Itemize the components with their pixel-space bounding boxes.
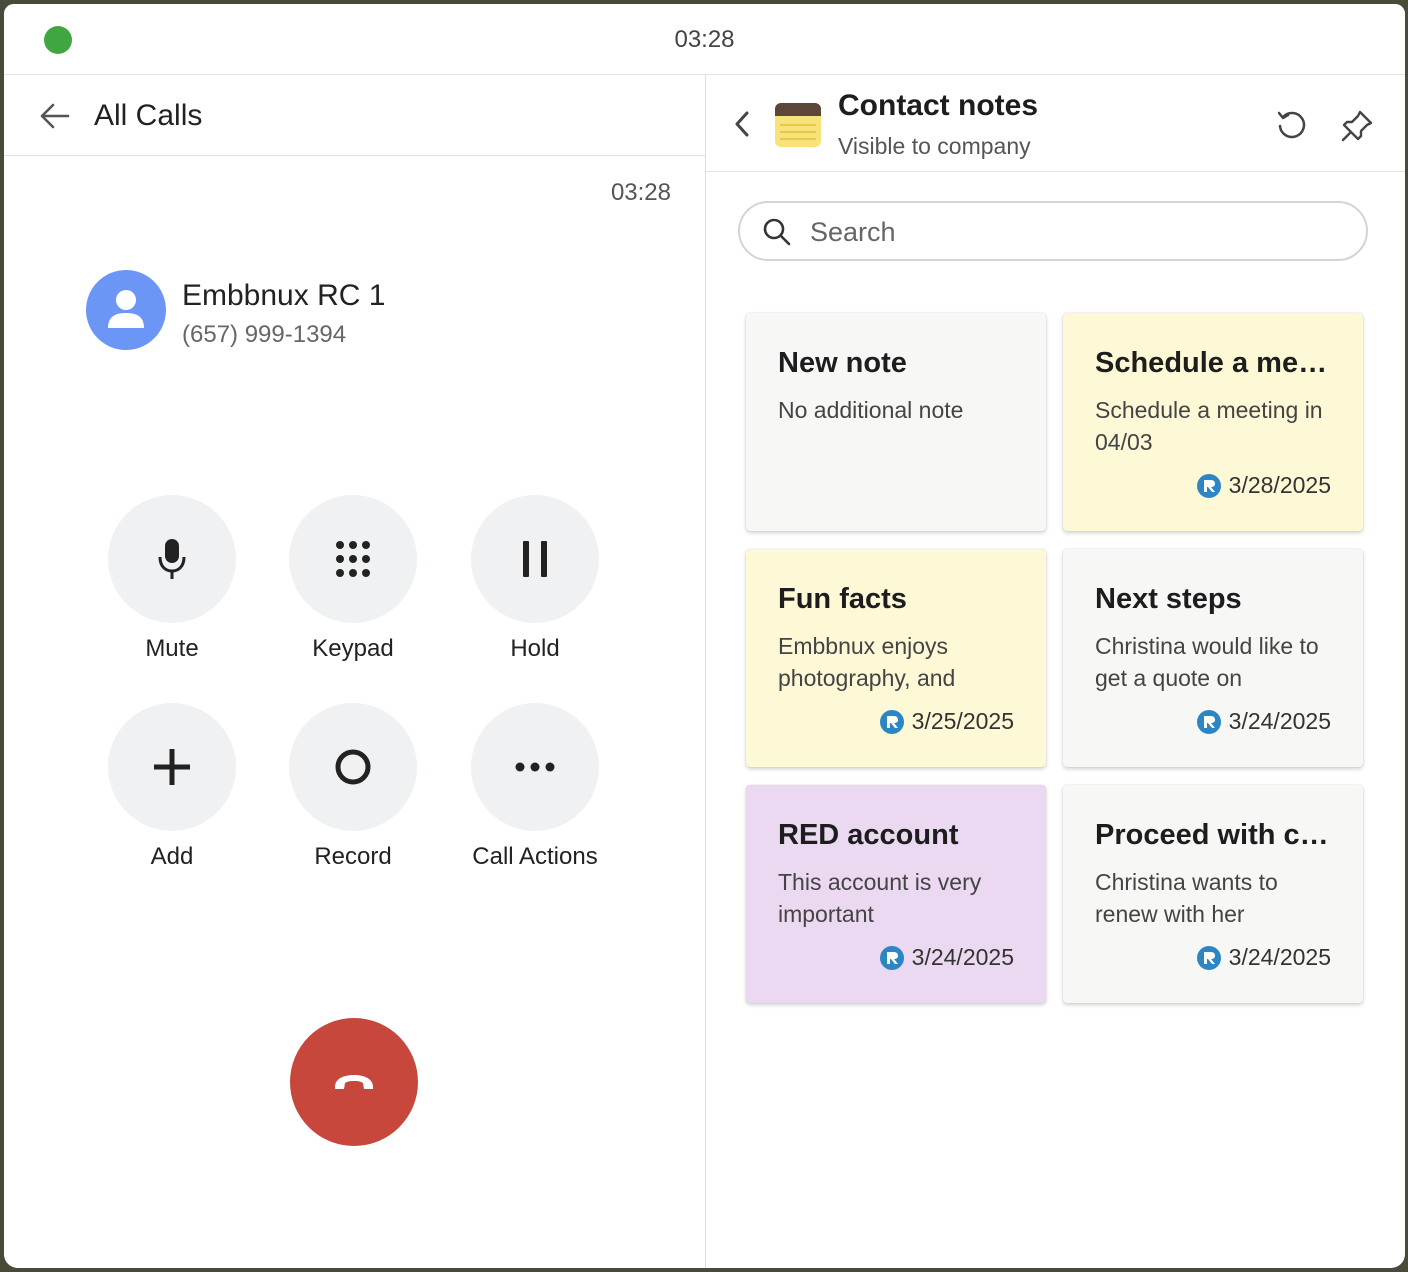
note-body: Christina would like to get a quote on xyxy=(1095,633,1319,691)
record-label: Record xyxy=(314,843,392,870)
plus-icon xyxy=(154,749,190,785)
note-body: Christina wants to renew with her xyxy=(1095,869,1278,927)
call-panel: All Calls 03:28 Embbnux RC 1 (657) 999-1… xyxy=(4,75,705,1268)
note-date: 3/25/2025 xyxy=(879,708,1014,735)
note-card[interactable]: Fun facts Embbnux enjoys photography, an… xyxy=(746,549,1046,767)
note-date-text: 3/24/2025 xyxy=(1228,944,1331,970)
note-card[interactable]: RED account This account is very importa… xyxy=(746,785,1046,1003)
note-card[interactable]: Proceed with ca... Christina wants to re… xyxy=(1063,785,1363,1003)
add-button[interactable]: Add xyxy=(82,703,262,871)
back-arrow-icon[interactable] xyxy=(38,99,72,133)
avatar xyxy=(86,270,166,350)
all-calls-link[interactable]: All Calls xyxy=(94,99,202,133)
pause-icon xyxy=(523,541,547,577)
notepad-icon xyxy=(775,103,821,147)
add-label: Add xyxy=(150,843,194,870)
title-bar: 03:28 xyxy=(4,4,1405,75)
microphone-icon xyxy=(158,539,186,579)
note-title: Next steps xyxy=(1095,583,1242,615)
note-date: 3/24/2025 xyxy=(1196,944,1331,971)
refresh-icon[interactable] xyxy=(1276,109,1308,141)
keypad-icon xyxy=(336,541,370,577)
hold-label: Hold xyxy=(510,635,560,662)
person-icon xyxy=(108,290,144,328)
ringcentral-icon xyxy=(879,945,904,970)
notes-header: Contact notes Visible to company xyxy=(706,75,1405,172)
call-actions-label: Call Actions xyxy=(472,843,598,870)
note-card[interactable]: Next steps Christina would like to get a… xyxy=(1063,549,1363,767)
note-date-text: 3/25/2025 xyxy=(911,708,1014,734)
keypad-label: Keypad xyxy=(312,635,394,662)
search-icon xyxy=(763,218,791,246)
note-body: This account is very important xyxy=(778,869,982,927)
note-body: No additional note xyxy=(778,397,964,423)
pin-icon[interactable] xyxy=(1340,109,1374,143)
note-title: RED account xyxy=(778,819,959,851)
mute-button[interactable]: Mute xyxy=(82,495,262,663)
contact-notes-panel: Contact notes Visible to company New not… xyxy=(706,75,1405,1268)
search-input[interactable] xyxy=(808,211,1332,253)
note-date: 3/24/2025 xyxy=(1196,708,1331,735)
note-date: 3/24/2025 xyxy=(879,944,1014,971)
note-title: Proceed with ca... xyxy=(1095,819,1333,851)
note-body: Embbnux enjoys photography, and xyxy=(778,633,956,691)
notes-search[interactable] xyxy=(738,201,1368,261)
note-body: Schedule a meeting in 04/03 xyxy=(1095,397,1323,455)
notes-title: Contact notes xyxy=(838,89,1039,122)
call-nav-bar: All Calls xyxy=(4,75,705,156)
hold-button[interactable]: Hold xyxy=(445,495,625,663)
note-date-text: 3/24/2025 xyxy=(1228,708,1331,734)
record-button[interactable]: Record xyxy=(263,703,443,871)
record-icon xyxy=(335,749,371,785)
note-card[interactable]: New note No additional note xyxy=(746,313,1046,531)
note-title: New note xyxy=(778,347,907,379)
hang-up-icon xyxy=(335,1075,373,1089)
title-bar-time: 03:28 xyxy=(674,26,735,53)
call-timer: 03:28 xyxy=(610,179,671,206)
note-title: Schedule a mee... xyxy=(1095,347,1333,379)
call-actions-button[interactable]: Call Actions xyxy=(445,703,625,871)
ringcentral-icon xyxy=(1196,709,1221,734)
ringcentral-icon xyxy=(1196,945,1221,970)
contact-phone: (657) 999-1394 xyxy=(182,321,347,348)
note-date-text: 3/28/2025 xyxy=(1228,472,1331,498)
notes-visibility: Visible to company xyxy=(838,133,1031,159)
note-date: 3/28/2025 xyxy=(1196,472,1331,499)
ringcentral-icon xyxy=(1196,473,1221,498)
note-date-text: 3/24/2025 xyxy=(911,944,1014,970)
note-title: Fun facts xyxy=(778,583,907,615)
ringcentral-icon xyxy=(879,709,904,734)
keypad-button[interactable]: Keypad xyxy=(263,495,443,663)
chevron-left-icon[interactable] xyxy=(732,109,752,139)
app-window: 03:28 All Calls 03:28 Embbnux RC 1 (657)… xyxy=(4,4,1405,1268)
more-horizontal-icon xyxy=(515,762,555,772)
contact-name: Embbnux RC 1 xyxy=(182,279,386,312)
note-card[interactable]: Schedule a mee... Schedule a meeting in … xyxy=(1063,313,1363,531)
hang-up-button[interactable] xyxy=(290,1018,418,1146)
mute-label: Mute xyxy=(145,635,199,662)
